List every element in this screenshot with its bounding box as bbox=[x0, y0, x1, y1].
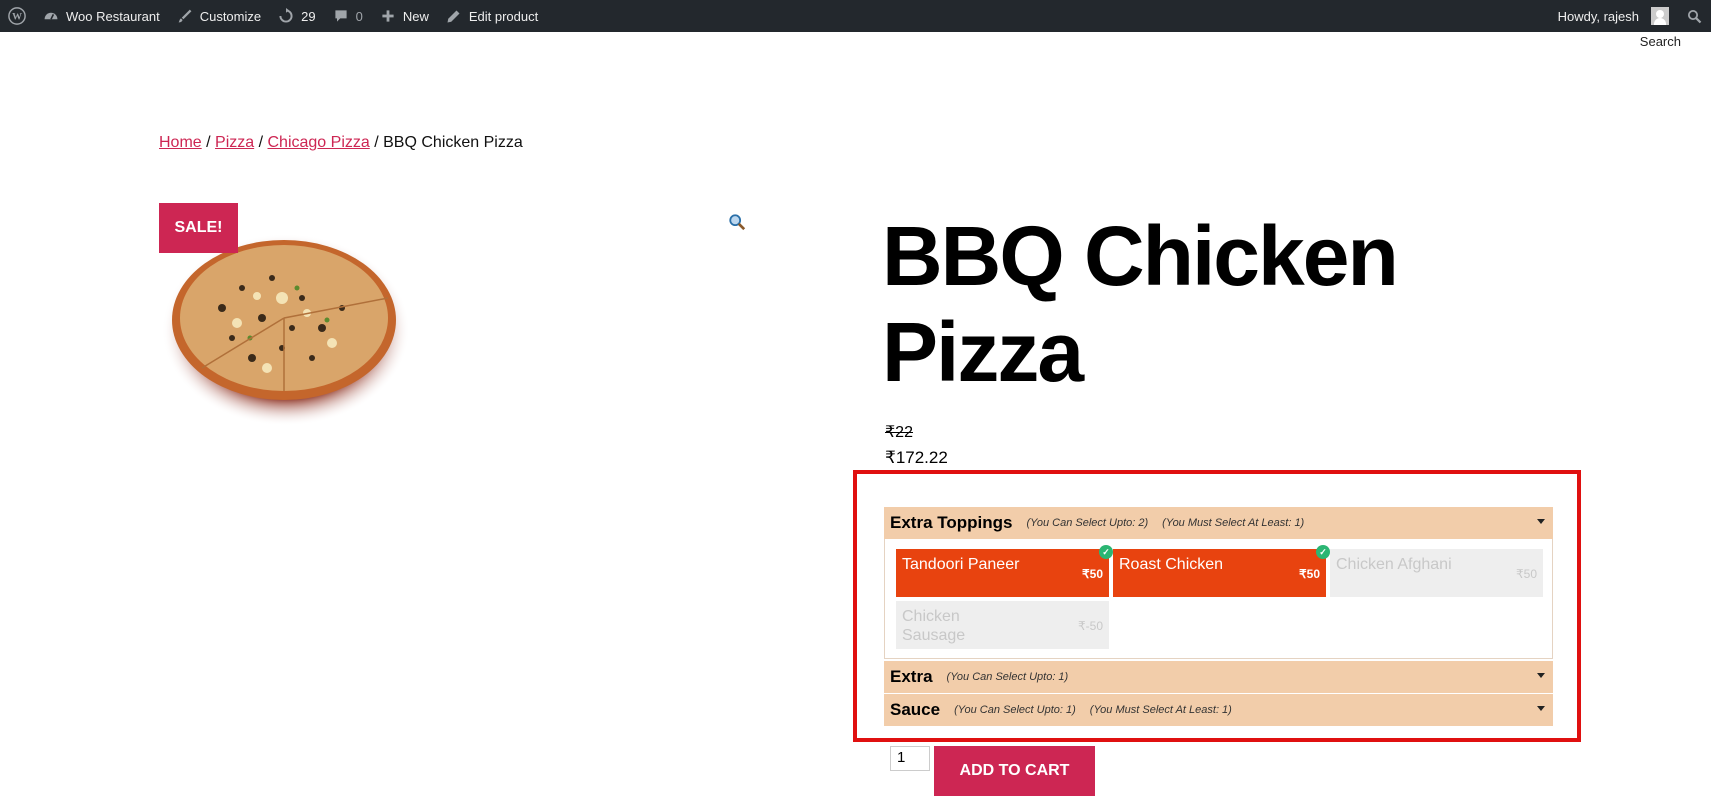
addon-group-sauce[interactable]: Sauce (You Can Select Upto: 1) (You Must… bbox=[884, 694, 1553, 726]
customize-label: Customize bbox=[199, 8, 262, 24]
addon-option-tandoori-paneer[interactable]: Tandoori Paneer ₹50 ✓ bbox=[896, 545, 1113, 597]
option-name: Chicken Sausage bbox=[902, 608, 966, 644]
comment-icon bbox=[332, 7, 350, 25]
quantity-input[interactable]: 1 bbox=[890, 746, 930, 771]
site-name: Woo Restaurant bbox=[66, 8, 160, 24]
check-icon: ✓ bbox=[1099, 545, 1113, 559]
new-label: New bbox=[402, 8, 429, 24]
addon-group-max-note: (You Can Select Upto: 1) bbox=[954, 704, 1076, 716]
add-to-cart-button[interactable]: ADD TO CART bbox=[934, 746, 1095, 796]
caret-down-icon[interactable] bbox=[1537, 706, 1545, 711]
breadcrumb: Home / Pizza / Chicago Pizza / BBQ Chick… bbox=[159, 134, 523, 152]
sale-price: ₹172.22 bbox=[885, 448, 948, 467]
howdy-text: Howdy, rajesh bbox=[1557, 8, 1639, 24]
option-price: ₹50 bbox=[1082, 567, 1103, 581]
search-icon bbox=[1685, 7, 1703, 25]
addon-group-name: Sauce bbox=[890, 700, 941, 719]
site-name-link[interactable]: Woo Restaurant bbox=[34, 0, 168, 32]
addon-group-max-note: (You Can Select Upto: 1) bbox=[946, 671, 1069, 683]
addon-group-min-note: (You Must Select At Least: 1) bbox=[1162, 517, 1305, 529]
addon-group-max-note: (You Can Select Upto: 2) bbox=[1026, 517, 1149, 529]
my-account-link[interactable]: Howdy, rajesh bbox=[1550, 0, 1677, 32]
breadcrumb-current: BBQ Chicken Pizza bbox=[383, 134, 523, 151]
sale-badge: SALE! bbox=[159, 203, 238, 253]
search-link[interactable]: Search bbox=[1640, 34, 1681, 49]
option-name: Tandoori Paneer bbox=[902, 556, 1020, 573]
new-content-link[interactable]: New bbox=[371, 0, 437, 32]
customize-link[interactable]: Customize bbox=[168, 0, 269, 32]
wordpress-logo-icon: W bbox=[8, 7, 26, 25]
option-price: ₹50 bbox=[1299, 567, 1320, 581]
zoom-icon[interactable] bbox=[728, 213, 746, 236]
pencil-icon bbox=[445, 7, 463, 25]
addon-option-chicken-sausage[interactable]: Chicken Sausage ₹-50 bbox=[896, 601, 1109, 649]
breadcrumb-category[interactable]: Chicago Pizza bbox=[268, 134, 370, 151]
user-avatar-icon bbox=[1651, 7, 1669, 25]
addon-group-name: Extra bbox=[890, 667, 933, 686]
addon-group-name: Extra Toppings bbox=[890, 513, 1013, 532]
updates-count: 29 bbox=[301, 8, 316, 24]
updates-icon bbox=[277, 7, 295, 25]
wordpress-menu[interactable]: W bbox=[0, 0, 34, 32]
breadcrumb-separator: / bbox=[254, 134, 268, 151]
option-name: Chicken Afghani bbox=[1336, 556, 1452, 573]
caret-down-icon[interactable] bbox=[1537, 519, 1545, 524]
admin-search-button[interactable] bbox=[1677, 0, 1711, 32]
updates-link[interactable]: 29 bbox=[269, 0, 323, 32]
check-icon: ✓ bbox=[1316, 545, 1330, 559]
breadcrumb-home[interactable]: Home bbox=[159, 134, 202, 151]
product-image[interactable] bbox=[162, 228, 410, 428]
option-price: ₹-50 bbox=[1078, 619, 1103, 633]
brush-icon bbox=[176, 7, 194, 25]
addon-option-roast-chicken[interactable]: Roast Chicken ₹50 ✓ bbox=[1113, 545, 1330, 597]
regular-price: ₹22 bbox=[885, 424, 913, 441]
breadcrumb-separator: / bbox=[369, 134, 384, 151]
edit-product-link[interactable]: Edit product bbox=[437, 0, 546, 32]
product-title: BBQ Chicken Pizza bbox=[882, 209, 1399, 399]
comments-count: 0 bbox=[355, 8, 363, 24]
edit-product-label: Edit product bbox=[468, 8, 539, 24]
comments-link[interactable]: 0 bbox=[324, 0, 371, 32]
addon-group-min-note: (You Must Select At Least: 1) bbox=[1089, 704, 1232, 716]
addon-group-extra-toppings[interactable]: Extra Toppings (You Can Select Upto: 2) … bbox=[884, 507, 1553, 539]
addon-group-extra[interactable]: Extra (You Can Select Upto: 1) bbox=[884, 661, 1553, 693]
addon-options-panel: Tandoori Paneer ₹50 ✓ Roast Chicken ₹50 … bbox=[884, 539, 1553, 659]
option-price: ₹50 bbox=[1516, 567, 1537, 581]
dashboard-icon bbox=[42, 7, 60, 25]
svg-text:W: W bbox=[12, 12, 22, 23]
admin-bar: W Woo Restaurant Customize 29 0 New Edit… bbox=[0, 0, 1711, 32]
option-name: Roast Chicken bbox=[1119, 556, 1224, 573]
breadcrumb-separator: / bbox=[201, 134, 216, 151]
addon-option-chicken-afghani[interactable]: Chicken Afghani ₹50 bbox=[1330, 549, 1543, 597]
plus-icon bbox=[379, 7, 397, 25]
breadcrumb-pizza[interactable]: Pizza bbox=[215, 134, 254, 151]
caret-down-icon[interactable] bbox=[1537, 673, 1545, 678]
